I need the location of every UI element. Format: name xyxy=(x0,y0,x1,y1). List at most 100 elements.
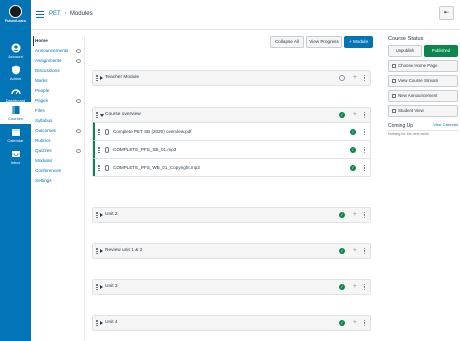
course-nav-home[interactable]: Home xyxy=(33,36,85,46)
sidebar-button-label: Student View xyxy=(398,108,424,113)
module-item[interactable]: COMPLETE_PFS_WB_01_Copyright.mp3 ✓ xyxy=(93,158,370,176)
module-item[interactable]: COMPLETE_PFS_SB_01.mp3 ✓ xyxy=(93,140,370,158)
course-nav-pages[interactable]: Pages xyxy=(35,96,85,106)
nav-calendar-label: Calendar xyxy=(7,138,24,143)
sidebar-toggle-button[interactable]: ⇤ xyxy=(439,6,454,20)
course-nav-syllabus[interactable]: Syllabus xyxy=(35,116,85,126)
more-options-icon[interactable] xyxy=(364,165,366,172)
nav-account-label: Account xyxy=(8,54,23,59)
drag-handle-icon[interactable] xyxy=(96,320,98,326)
more-options-icon[interactable] xyxy=(364,320,366,327)
nav-calendar[interactable]: Calendar xyxy=(0,124,31,146)
course-nav: Home Announcements Assignments Discussio… xyxy=(33,36,85,186)
nav-admin[interactable]: Admin xyxy=(0,62,31,84)
nav-courses[interactable]: Courses xyxy=(0,102,31,124)
hamburger-menu-icon[interactable] xyxy=(36,11,44,18)
course-nav-announcements[interactable]: Announcements xyxy=(35,46,85,56)
publish-toggle: Unpublish Published xyxy=(388,45,458,57)
choose-home-page-button[interactable]: Choose Home Page xyxy=(388,60,458,72)
expand-chevron-icon[interactable] xyxy=(100,213,103,217)
drag-handle-icon[interactable] xyxy=(96,75,98,81)
course-nav-conferences[interactable]: Conferences xyxy=(35,166,85,176)
module-unit-4: Unit 4 ✓ + xyxy=(92,315,371,331)
more-options-icon[interactable] xyxy=(364,129,366,136)
drag-handle-icon[interactable] xyxy=(98,165,100,171)
more-options-icon[interactable] xyxy=(364,112,366,119)
more-options-icon[interactable] xyxy=(364,212,366,219)
logo-label: FutureLearn xyxy=(5,19,26,23)
course-nav-label: Pages xyxy=(35,98,49,103)
hidden-eye-icon xyxy=(76,59,81,63)
published-check-icon[interactable]: ✓ xyxy=(339,212,345,218)
add-item-icon[interactable]: + xyxy=(353,211,357,218)
add-item-icon[interactable]: + xyxy=(353,319,357,326)
top-bar: PET › Modules ⇤ xyxy=(31,0,460,30)
expand-chevron-icon[interactable] xyxy=(100,321,103,325)
course-nav-settings[interactable]: Settings xyxy=(35,176,85,186)
breadcrumb-separator: › xyxy=(64,11,67,17)
unpublished-icon[interactable] xyxy=(339,75,345,81)
add-item-icon[interactable]: + xyxy=(353,111,357,118)
sidebar-toggle-icon: ⇤ xyxy=(443,10,450,16)
module-item-title[interactable]: Complete PET SB (2020) overview.pdf xyxy=(113,123,192,141)
module-item[interactable]: Complete PET SB (2020) overview.pdf ✓ xyxy=(93,122,370,140)
view-course-stream-button[interactable]: View Course Stream xyxy=(388,75,458,87)
more-options-icon[interactable] xyxy=(364,147,366,154)
breadcrumb-course-link[interactable]: PET xyxy=(49,11,61,17)
course-nav-files[interactable]: Files xyxy=(35,106,85,116)
drag-handle-icon[interactable] xyxy=(96,112,98,118)
expand-chevron-icon[interactable] xyxy=(100,249,103,253)
published-check-icon[interactable]: ✓ xyxy=(339,248,345,254)
module-item-title[interactable]: COMPLETE_PFS_WB_01_Copyright.mp3 xyxy=(113,159,200,177)
module-item-title[interactable]: COMPLETE_PFS_SB_01.mp3 xyxy=(113,141,176,159)
course-nav-assignments[interactable]: Assignments xyxy=(35,56,85,66)
view-calendar-link[interactable]: View Calendar xyxy=(433,123,458,127)
course-nav-rubrics[interactable]: Rubrics xyxy=(35,136,85,146)
nav-account[interactable]: Account xyxy=(0,40,31,62)
view-progress-button[interactable]: View Progress xyxy=(306,36,342,48)
module-header[interactable]: Teacher Module + xyxy=(93,71,370,85)
published-check-icon[interactable]: ✓ xyxy=(350,147,356,153)
course-nav-people[interactable]: People xyxy=(35,86,85,96)
drag-handle-icon[interactable] xyxy=(96,284,98,290)
add-item-icon[interactable]: + xyxy=(353,74,357,81)
expand-chevron-icon[interactable] xyxy=(100,285,103,289)
drag-handle-icon[interactable] xyxy=(96,248,98,254)
dashboard-icon xyxy=(10,89,21,95)
published-check-icon[interactable]: ✓ xyxy=(350,129,356,135)
course-nav-quizzes[interactable]: Quizzes xyxy=(35,146,85,156)
module-header[interactable]: Unit 3 ✓ + xyxy=(93,280,370,294)
course-nav-modules[interactable]: Modules xyxy=(35,156,85,166)
published-check-icon[interactable]: ✓ xyxy=(339,112,345,118)
student-view-button[interactable]: Student View xyxy=(388,105,458,117)
module-header[interactable]: Review unit 1 & 2 ✓ + xyxy=(93,244,370,258)
course-nav-discussions[interactable]: Discussions xyxy=(35,66,85,76)
expand-chevron-icon[interactable] xyxy=(100,76,103,80)
unpublish-button[interactable]: Unpublish xyxy=(388,45,422,57)
published-check-icon[interactable]: ✓ xyxy=(350,165,356,171)
nav-inbox[interactable]: Inbox xyxy=(0,146,31,168)
published-check-icon[interactable]: ✓ xyxy=(339,284,345,290)
drag-handle-icon[interactable] xyxy=(96,212,98,218)
module-header[interactable]: Course overview ✓ + xyxy=(93,108,370,122)
more-options-icon[interactable] xyxy=(364,284,366,291)
collapse-chevron-icon[interactable] xyxy=(100,113,104,117)
add-item-icon[interactable]: + xyxy=(353,247,357,254)
module-header[interactable]: Unit 4 ✓ + xyxy=(93,316,370,330)
collapse-all-button[interactable]: Collapse All xyxy=(270,36,304,48)
more-options-icon[interactable] xyxy=(364,75,366,82)
course-nav-marks[interactable]: Marks xyxy=(35,76,85,86)
new-announcement-button[interactable]: New Announcement xyxy=(388,90,458,102)
add-item-icon[interactable]: + xyxy=(353,283,357,290)
drag-handle-icon[interactable] xyxy=(98,147,100,153)
course-nav-outcomes[interactable]: Outcomes xyxy=(35,126,85,136)
drag-handle-icon[interactable] xyxy=(98,129,100,135)
published-check-icon[interactable]: ✓ xyxy=(339,320,345,326)
nav-courses-label: Courses xyxy=(8,116,23,121)
module-header[interactable]: Unit 2 ✓ + xyxy=(93,208,370,222)
institution-logo[interactable]: FutureLearn xyxy=(3,3,28,31)
more-options-icon[interactable] xyxy=(364,248,366,255)
module-course-overview: Course overview ✓ + Complete PET SB (202… xyxy=(92,107,371,177)
published-button[interactable]: Published xyxy=(424,45,458,57)
add-module-button[interactable]: + Module xyxy=(344,36,373,48)
